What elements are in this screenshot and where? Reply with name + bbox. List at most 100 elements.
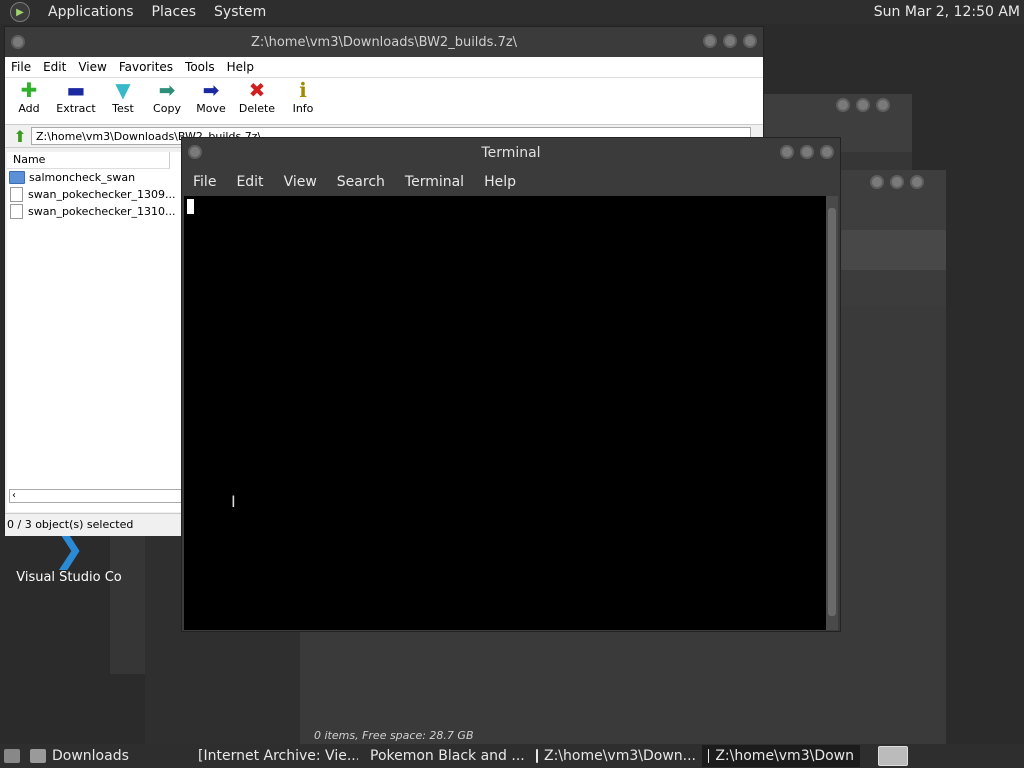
terminal-menu-search[interactable]: Search [337,174,385,190]
terminal-scrollbar[interactable] [826,196,838,630]
taskbar-item-sevenzip-2[interactable]: Z:\home\vm3\Down [702,745,860,767]
terminal-screen[interactable] [184,196,826,630]
copy-icon: ➡ [158,78,176,102]
menu-file[interactable]: File [11,60,31,74]
info-button[interactable]: ℹ Info [283,78,323,124]
minimize-icon[interactable] [870,175,884,189]
test-button[interactable]: ▼ Test [103,78,143,124]
sevenzip-titlebar[interactable]: Z:\home\vm3\Downloads\BW2_builds.7z\ [5,27,763,57]
distro-logo-icon[interactable]: ▶ [10,2,30,22]
file-icon [10,187,23,202]
minimize-icon[interactable] [780,145,794,159]
close-icon[interactable] [743,34,757,48]
move-label: Move [196,102,226,115]
desktop-icon-label: Visual Studio Co [16,570,122,585]
terminal-window: Terminal File Edit View Search Terminal … [181,137,841,632]
taskbar-item-label: Z:\home\vm3\Down [715,748,854,764]
menu-edit[interactable]: Edit [43,60,66,74]
list-item[interactable]: swan_pokechecker_1310... [7,203,183,220]
sevenzip-title: Z:\home\vm3\Downloads\BW2_builds.7z\ [250,34,518,50]
show-desktop-icon [4,749,20,763]
sevenzip-icon [536,749,538,763]
list-item[interactable]: salmoncheck_swan [7,169,183,186]
delete-label: Delete [238,102,276,115]
list-item-label: swan_pokechecker_1310... [28,205,176,218]
applications-menu[interactable]: Applications [48,4,134,20]
add-button[interactable]: ✚ Add [9,78,49,124]
move-button[interactable]: ➡ Move [191,78,231,124]
taskbar-item-label: Pokemon Black and ... [370,748,525,764]
window-menu-icon[interactable] [188,145,202,159]
taskbar-item-downloads[interactable]: Downloads [24,745,186,767]
info-label: Info [292,102,314,115]
close-icon[interactable] [820,145,834,159]
delete-icon: ✖ [248,78,266,102]
terminal-title: Terminal [481,145,541,161]
workspace-icon [878,746,908,766]
delete-button[interactable]: ✖ Delete [235,78,279,124]
list-item-label: salmoncheck_swan [29,171,136,184]
window-menu-icon[interactable] [11,35,25,49]
terminal-menu-edit[interactable]: Edit [236,174,263,190]
menu-favorites[interactable]: Favorites [119,60,173,74]
clock[interactable]: Sun Mar 2, 12:50 AM [874,4,1020,20]
taskbar-item-label: Downloads [52,748,129,764]
maximize-icon[interactable] [890,175,904,189]
info-icon: ℹ [299,78,307,102]
system-menu[interactable]: System [214,4,266,20]
sevenzip-toolbar: ✚ Add ▬ Extract ▼ Test ➡ Copy ➡ Move ✖ D… [5,78,763,125]
move-icon: ➡ [202,78,220,102]
terminal-menu-help[interactable]: Help [484,174,516,190]
test-label: Test [112,102,134,115]
terminal-menu-view[interactable]: View [284,174,317,190]
maximize-icon[interactable] [723,34,737,48]
show-desktop-button[interactable] [0,745,24,767]
taskbar-item-sevenzip-1[interactable]: Z:\home\vm3\Down... [530,745,702,767]
top-panel-menu: ▶ Applications Places System [0,2,266,22]
column-header-name[interactable]: Name [7,152,170,169]
taskbar-item-browser[interactable]: [Internet Archive: Vie... [186,745,358,767]
add-icon: ✚ [20,78,38,102]
extract-icon: ▬ [66,78,86,102]
scrollbar-thumb[interactable] [828,208,836,616]
taskbar: Downloads [Internet Archive: Vie... Poke… [0,744,1024,768]
close-icon[interactable] [876,98,890,112]
sevenzip-icon [708,749,710,763]
terminal-menu-file[interactable]: File [193,174,216,190]
menu-tools[interactable]: Tools [185,60,215,74]
scroll-left-icon[interactable]: ‹ [12,490,16,501]
background-file-manager-buttons [864,175,924,189]
taskbar-item-label: [Internet Archive: Vie... [198,748,358,764]
status-bar: 0 / 3 object(s) selected [5,513,185,536]
minimize-icon[interactable] [703,34,717,48]
copy-label: Copy [153,102,181,115]
terminal-menu-terminal[interactable]: Terminal [405,174,464,190]
minimize-icon[interactable] [836,98,850,112]
taskbar-item-label: Z:\home\vm3\Down... [544,748,696,764]
horizontal-scrollbar[interactable]: ‹ [9,489,183,503]
copy-button[interactable]: ➡ Copy [147,78,187,124]
menu-help[interactable]: Help [227,60,254,74]
workspace-switcher[interactable] [872,745,920,767]
test-icon: ▼ [115,78,131,102]
extract-button[interactable]: ▬ Extract [53,78,99,124]
file-icon [10,204,23,219]
folder-icon [9,171,25,184]
maximize-icon[interactable] [856,98,870,112]
close-icon[interactable] [910,175,924,189]
text-cursor [187,199,194,214]
background-window-back-buttons [830,98,890,112]
file-manager-status: 0 items, Free space: 28.7 GB [300,727,946,745]
list-item[interactable]: swan_pokechecker_1309... [7,186,183,203]
maximize-icon[interactable] [800,145,814,159]
places-menu[interactable]: Places [152,4,197,20]
taskbar-item-pokemon[interactable]: Pokemon Black and ... [358,745,530,767]
up-arrow-icon[interactable]: ⬆ [9,127,31,146]
file-list: Name salmoncheck_swan swan_pokechecker_1… [7,152,183,512]
menu-view[interactable]: View [78,60,106,74]
add-label: Add [18,102,40,115]
sevenzip-menubar: File Edit View Favorites Tools Help [5,57,763,78]
terminal-titlebar[interactable]: Terminal [182,138,840,168]
list-item-label: swan_pokechecker_1309... [28,188,176,201]
top-panel: ▶ Applications Places System Sun Mar 2, … [0,0,1024,24]
